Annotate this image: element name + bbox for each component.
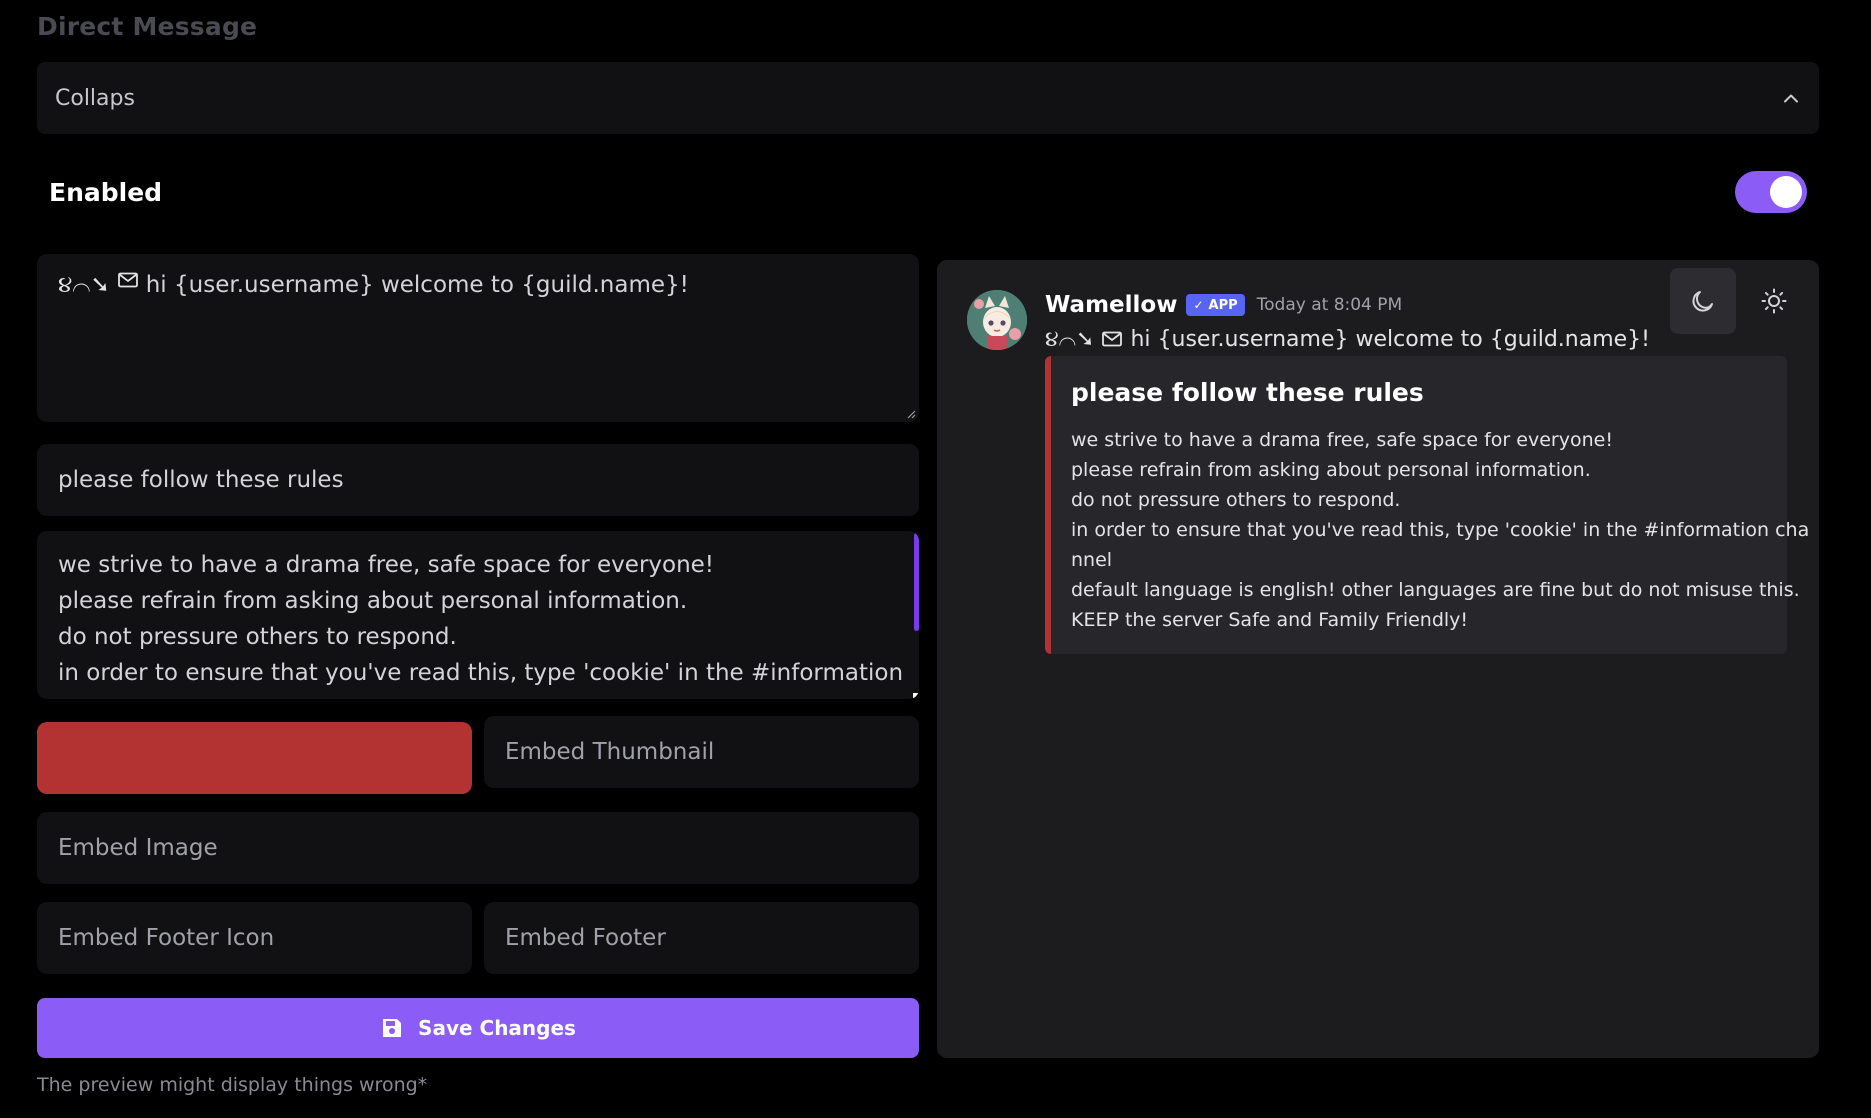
embed-footer-placeholder: Embed Footer: [505, 925, 666, 951]
toggle-knob: [1770, 176, 1802, 208]
embed-image-input[interactable]: Embed Image: [37, 812, 919, 884]
app-badge: ✓ APP: [1186, 294, 1245, 316]
message-content-textarea[interactable]: ૪⌒➘ hi {user.username} welcome to {guild…: [37, 254, 919, 422]
description-line: please refrain from asking about persona…: [58, 588, 688, 614]
content-prefix: ૪⌒➘: [1045, 326, 1095, 352]
envelope-icon: [117, 272, 138, 288]
save-button[interactable]: Save Changes: [37, 998, 919, 1058]
envelope-icon: [1102, 331, 1123, 347]
embed-description-line: in order to ensure that you've read this…: [1071, 519, 1810, 541]
embed-title-value: please follow these rules: [58, 467, 344, 493]
embed-description-textarea[interactable]: we strive to have a drama free, safe spa…: [37, 531, 919, 699]
embed-description-line: we strive to have a drama free, safe spa…: [1071, 429, 1613, 451]
embed-image-placeholder: Embed Image: [58, 835, 218, 861]
collapse-toggle[interactable]: Collaps: [37, 62, 1819, 134]
embed-color-picker[interactable]: [37, 722, 472, 794]
direct-message-settings: Direct Message Collaps Enabled ૪⌒➘ hi {u…: [0, 0, 1871, 1118]
section-title: Direct Message: [37, 12, 258, 41]
embed-description-line: nnel: [1071, 549, 1113, 571]
light-theme-button[interactable]: [1741, 268, 1807, 334]
chevron-up-icon: [1781, 88, 1801, 108]
embed-footer-input[interactable]: Embed Footer: [484, 902, 919, 974]
enabled-row: Enabled: [37, 164, 1819, 220]
app-badge-label: APP: [1208, 297, 1238, 313]
content-text: hi {user.username} welcome to {guild.nam…: [1130, 326, 1650, 352]
embed-thumbnail-input[interactable]: Embed Thumbnail: [484, 716, 919, 788]
floppy-disk-icon: [383, 1019, 402, 1037]
sun-icon: [1761, 288, 1787, 314]
save-button-label: Save Changes: [418, 1016, 576, 1040]
embed-title-input[interactable]: please follow these rules: [37, 444, 919, 516]
check-icon: ✓: [1193, 298, 1204, 312]
resize-handle-icon[interactable]: [906, 409, 916, 419]
content-text: hi {user.username} welcome to {guild.nam…: [145, 272, 689, 298]
message-content: ૪⌒➘ hi {user.username} welcome to {guild…: [1045, 322, 1650, 356]
embed-thumbnail-placeholder: Embed Thumbnail: [505, 739, 715, 765]
embed-footer-icon-placeholder: Embed Footer Icon: [58, 925, 275, 951]
dark-theme-button[interactable]: [1670, 268, 1736, 334]
description-line: in order to ensure that you've read this…: [58, 660, 904, 686]
content-prefix: ૪⌒➘: [58, 272, 110, 298]
description-line: do not pressure others to respond.: [58, 624, 457, 650]
embed-footer-icon-input[interactable]: Embed Footer Icon: [37, 902, 472, 974]
bot-username: Wamellow: [1045, 292, 1178, 318]
embed-description-line: default language is english! other langu…: [1071, 579, 1800, 601]
enabled-toggle[interactable]: [1735, 171, 1807, 213]
message-timestamp: Today at 8:04 PM: [1256, 295, 1403, 315]
description-scrollbar[interactable]: [914, 533, 919, 631]
message-header: Wamellow ✓ APP Today at 8:04 PM: [1045, 288, 1402, 322]
embed-preview: please follow these rules we strive to h…: [1045, 356, 1810, 654]
embed-description-line: KEEP the server Safe and Family Friendly…: [1071, 609, 1469, 631]
collapse-label: Collaps: [55, 85, 135, 111]
avatar: [967, 290, 1027, 350]
description-line: we strive to have a drama free, safe spa…: [58, 552, 715, 578]
embed-description-line: please refrain from asking about persona…: [1071, 459, 1591, 481]
message-preview: Wamellow ✓ APP Today at 8:04 PM ૪⌒➘ hi {…: [937, 260, 1819, 1058]
embed-description-line: do not pressure others to respond.: [1071, 489, 1401, 511]
enabled-label: Enabled: [49, 177, 163, 207]
embed-title: please follow these rules: [1071, 378, 1424, 407]
moon-icon: [1692, 291, 1713, 312]
preview-disclaimer: The preview might display things wrong*: [37, 1074, 428, 1096]
resize-handle[interactable]: [913, 693, 919, 699]
